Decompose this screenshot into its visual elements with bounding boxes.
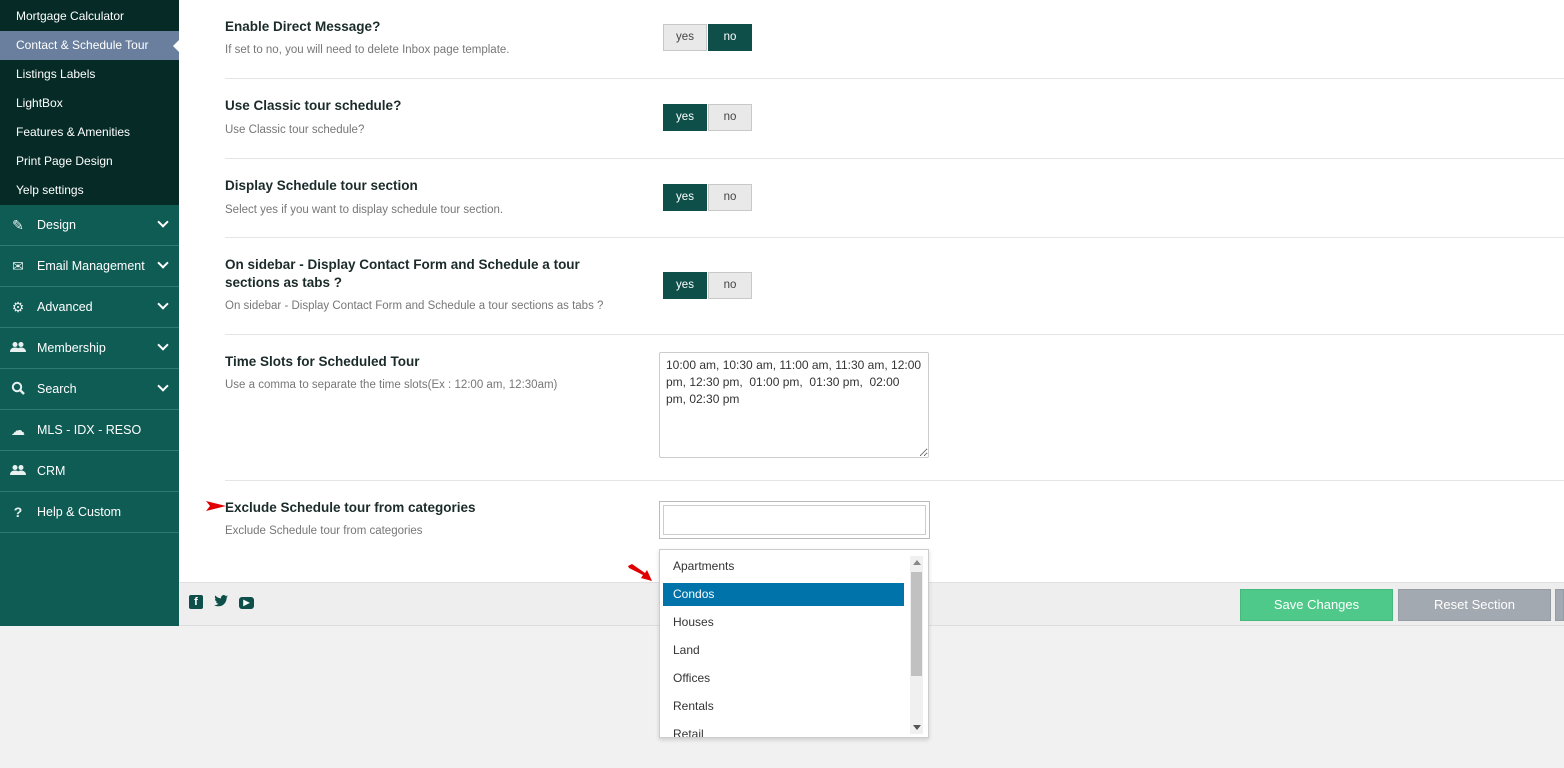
users-icon bbox=[9, 340, 27, 356]
sidebar-item-design[interactable]: ✎ Design bbox=[0, 205, 179, 246]
setting-description: Use Classic tour schedule? bbox=[225, 124, 365, 136]
sidebar-item-search[interactable]: Search bbox=[0, 369, 179, 410]
yes-button[interactable]: yes bbox=[663, 104, 707, 131]
chevron-down-icon bbox=[157, 257, 169, 269]
youtube-icon[interactable]: ▶ bbox=[239, 597, 254, 609]
users-icon bbox=[9, 463, 27, 479]
sidebar-item-label: Membership bbox=[37, 341, 106, 355]
sidebar-item-label: Help & Custom bbox=[37, 505, 122, 519]
settings-panel: Enable Direct Message? If set to no, you… bbox=[179, 0, 1564, 582]
yes-button[interactable]: yes bbox=[663, 24, 707, 51]
setting-title: On sidebar - Display Contact Form and Sc… bbox=[225, 257, 580, 290]
subnav: Mortgage Calculator Contact & Schedule T… bbox=[0, 0, 179, 205]
dropdown-option[interactable]: Apartments bbox=[663, 555, 904, 578]
facebook-icon[interactable]: f bbox=[189, 595, 203, 609]
pencil-icon: ✎ bbox=[12, 216, 24, 233]
twitter-icon[interactable] bbox=[213, 595, 229, 611]
sidebar-item-help-custom[interactable]: ? Help & Custom bbox=[0, 492, 179, 533]
dropdown-option[interactable]: Offices bbox=[663, 667, 904, 690]
no-button[interactable]: no bbox=[708, 24, 752, 51]
subnav-item-mortgage-calculator[interactable]: Mortgage Calculator bbox=[0, 2, 179, 31]
category-select[interactable] bbox=[659, 501, 930, 539]
dropdown-option[interactable]: Retail bbox=[663, 723, 904, 737]
display-tour-toggle: yes no bbox=[663, 184, 752, 211]
sidebar-item-label: Search bbox=[37, 382, 77, 396]
sidebar-item-membership[interactable]: Membership bbox=[0, 328, 179, 369]
setting-title: Time Slots for Scheduled Tour bbox=[225, 354, 420, 369]
subnav-item-features-amenities[interactable]: Features & Amenities bbox=[0, 118, 179, 147]
setting-title: Enable Direct Message? bbox=[225, 19, 381, 34]
reset-all-button[interactable] bbox=[1555, 589, 1564, 621]
subnav-item-lightbox[interactable]: LightBox bbox=[0, 89, 179, 118]
category-dropdown-list: Apartments Condos Houses Land Offices Re… bbox=[659, 549, 929, 738]
subnav-item-contact-schedule-tour[interactable]: Contact & Schedule Tour bbox=[0, 31, 179, 60]
yes-button[interactable]: yes bbox=[663, 184, 707, 211]
dropdown-option[interactable]: Houses bbox=[663, 611, 904, 634]
sidebar-item-label: Advanced bbox=[37, 300, 93, 314]
scroll-up-icon[interactable] bbox=[913, 560, 921, 565]
setting-display-tour: Display Schedule tour section Select yes… bbox=[225, 159, 1564, 238]
yes-button[interactable]: yes bbox=[663, 272, 707, 299]
envelope-icon: ✉ bbox=[12, 257, 24, 274]
setting-description: Select yes if you want to display schedu… bbox=[225, 204, 504, 216]
setting-classic-tour: Use Classic tour schedule? Use Classic t… bbox=[225, 79, 1564, 159]
setting-description: On sidebar - Display Contact Form and Sc… bbox=[225, 300, 604, 312]
chevron-down-icon bbox=[157, 339, 169, 351]
category-search-input[interactable] bbox=[663, 505, 926, 535]
sidebar-tabs-toggle: yes no bbox=[663, 272, 752, 299]
sidebar-item-email-management[interactable]: ✉ Email Management bbox=[0, 246, 179, 287]
sidebar-item-label: Design bbox=[37, 218, 76, 232]
setting-direct-message: Enable Direct Message? If set to no, you… bbox=[225, 0, 1564, 79]
sidebar-item-mls-idx-reso[interactable]: ☁ MLS - IDX - RESO bbox=[0, 410, 179, 451]
subnav-item-print-page-design[interactable]: Print Page Design bbox=[0, 147, 179, 176]
subnav-item-yelp-settings[interactable]: Yelp settings bbox=[0, 176, 179, 205]
setting-title: Use Classic tour schedule? bbox=[225, 98, 402, 113]
gear-icon: ⚙ bbox=[11, 298, 25, 315]
cloud-icon: ☁ bbox=[11, 421, 25, 438]
sidebar-item-advanced[interactable]: ⚙ Advanced bbox=[0, 287, 179, 328]
setting-description: Use a comma to separate the time slots(E… bbox=[225, 379, 558, 391]
setting-title: Exclude Schedule tour from categories bbox=[225, 500, 476, 515]
setting-time-slots: Time Slots for Scheduled Tour Use a comm… bbox=[225, 335, 1564, 481]
chevron-down-icon bbox=[157, 298, 169, 310]
chevron-down-icon bbox=[157, 380, 169, 392]
setting-description: Exclude Schedule tour from categories bbox=[225, 525, 423, 537]
search-icon bbox=[9, 381, 27, 398]
app-root: Mortgage Calculator Contact & Schedule T… bbox=[0, 0, 1564, 768]
sidebar-item-label: MLS - IDX - RESO bbox=[37, 423, 142, 437]
no-button[interactable]: no bbox=[708, 272, 752, 299]
direct-message-toggle: yes no bbox=[663, 24, 752, 51]
sidebar-item-crm[interactable]: CRM bbox=[0, 451, 179, 492]
save-changes-button[interactable]: Save Changes bbox=[1240, 589, 1393, 621]
setting-sidebar-tabs: On sidebar - Display Contact Form and Sc… bbox=[225, 238, 1564, 335]
sidebar: Mortgage Calculator Contact & Schedule T… bbox=[0, 0, 179, 626]
dropdown-option[interactable]: Rentals bbox=[663, 695, 904, 718]
setting-title: Display Schedule tour section bbox=[225, 178, 418, 193]
time-slots-textarea[interactable]: 10:00 am, 10:30 am, 11:00 am, 11:30 am, … bbox=[659, 352, 929, 458]
subnav-item-listings-labels[interactable]: Listings Labels bbox=[0, 60, 179, 89]
no-button[interactable]: no bbox=[708, 104, 752, 131]
chevron-down-icon bbox=[157, 216, 169, 228]
social-links: f ▶ bbox=[189, 595, 254, 611]
setting-description: If set to no, you will need to delete In… bbox=[225, 44, 510, 56]
dropdown-options: Apartments Condos Houses Land Offices Re… bbox=[660, 550, 908, 737]
question-icon: ? bbox=[13, 504, 23, 520]
sidebar-item-label: Email Management bbox=[37, 259, 145, 273]
classic-tour-toggle: yes no bbox=[663, 104, 752, 131]
scroll-down-icon[interactable] bbox=[913, 725, 921, 730]
sidebar-item-label: CRM bbox=[37, 464, 66, 478]
dropdown-scrollbar[interactable] bbox=[910, 556, 923, 734]
dropdown-option-selected[interactable]: Condos bbox=[663, 583, 904, 606]
no-button[interactable]: no bbox=[708, 184, 752, 211]
scroll-thumb[interactable] bbox=[911, 572, 922, 676]
annotation-arrow-icon bbox=[628, 564, 652, 581]
reset-section-button[interactable]: Reset Section bbox=[1398, 589, 1551, 621]
annotation-arrow-icon bbox=[206, 501, 226, 511]
dropdown-option[interactable]: Land bbox=[663, 639, 904, 662]
